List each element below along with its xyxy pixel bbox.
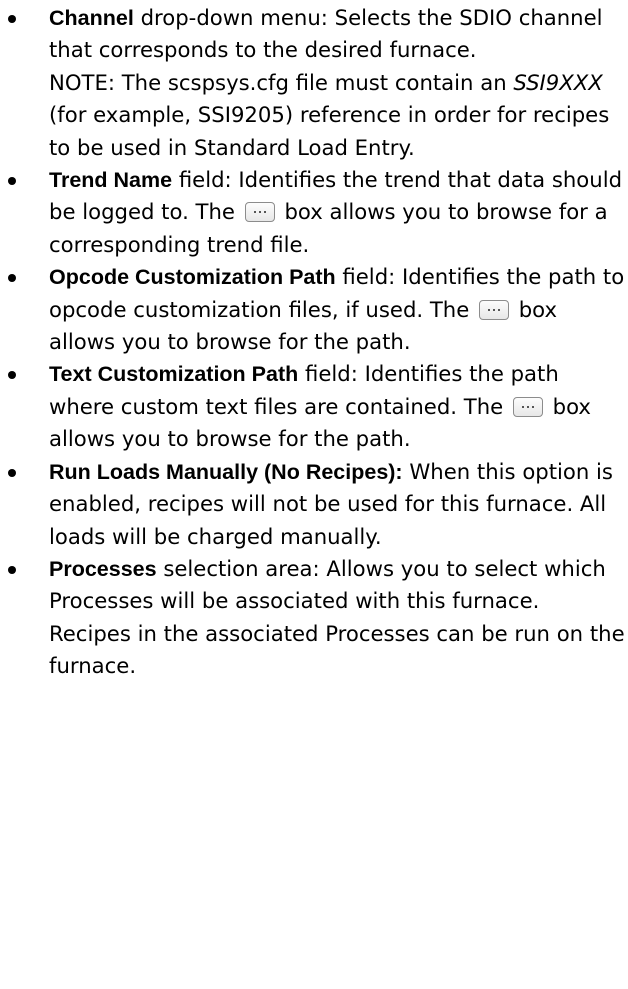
term-channel: Channel: [49, 6, 134, 30]
list-item-opcode-customization-path: Opcode Customization Path field: Identif…: [0, 261, 628, 358]
list-item-channel: Channel drop-down menu: Selects the SDIO…: [0, 2, 628, 164]
bullet-icon: [8, 15, 16, 23]
list-item-processes: Processes selection area: Allows you to …: [0, 553, 628, 683]
note-suffix: (for example, SSI9205) reference in orde…: [49, 102, 610, 160]
term-text-customization-path: Text Customization Path: [49, 362, 299, 387]
bullet-icon: [8, 468, 16, 477]
note-emphasis: SSI9XXX: [513, 69, 603, 95]
term-run-loads-manually: Run Loads Manually (No Recipes):: [49, 459, 403, 484]
bullet-icon: [8, 565, 16, 574]
list-item-run-loads-manually: Run Loads Manually (No Recipes): When th…: [0, 456, 628, 553]
term-processes: Processes: [49, 556, 157, 581]
ellipsis-browse-icon: [479, 299, 509, 320]
note-prefix: NOTE: The scspsys.cfg file must contain …: [49, 69, 514, 95]
ellipsis-browse-icon: [512, 396, 543, 417]
note-text: NOTE: The scspsys.cfg file must contain …: [49, 67, 626, 164]
term-opcode-customization-path: Opcode Customization Path: [49, 265, 336, 290]
term-trend-name: Trend Name: [49, 168, 173, 193]
bullet-icon: [8, 177, 16, 186]
document-page: Channel drop-down menu: Selects the SDIO…: [0, 2, 628, 683]
bullet-icon: [8, 274, 16, 283]
ellipsis-browse-icon: [244, 202, 275, 223]
bullet-icon: [8, 371, 16, 380]
list-item-trend-name: Trend Name field: Identifies the trend t…: [0, 164, 628, 261]
list-item-text-customization-path: Text Customization Path field: Identifie…: [0, 358, 628, 455]
